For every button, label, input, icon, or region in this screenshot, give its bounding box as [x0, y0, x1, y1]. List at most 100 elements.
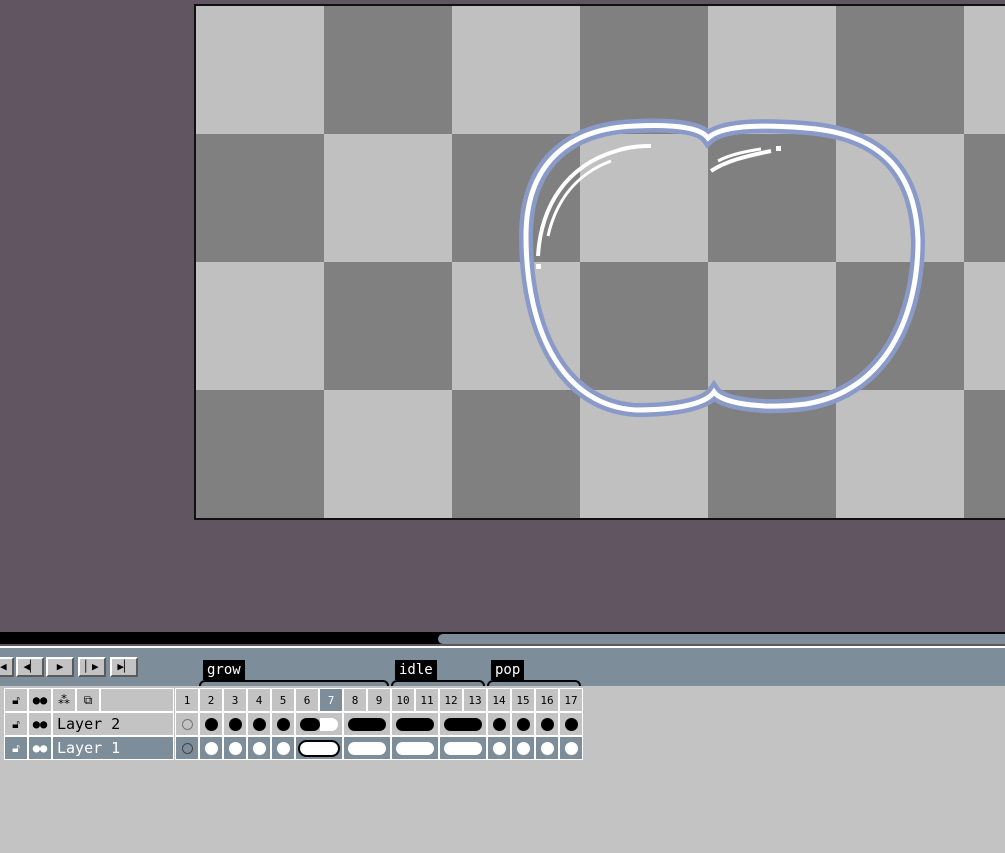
cel[interactable]	[511, 712, 535, 736]
cel-dot	[396, 741, 434, 755]
first-frame-button[interactable]: ▏◀	[0, 657, 14, 677]
layer-header-spacer	[100, 688, 174, 712]
frame-header[interactable]: 3	[223, 688, 247, 712]
tag-bracket-idle	[391, 680, 485, 686]
tag-grow[interactable]: grow	[203, 660, 245, 680]
cel-dot	[228, 717, 242, 731]
cel[interactable]	[271, 736, 295, 760]
cel-dot	[540, 717, 554, 731]
layer-visibility-toggle[interactable]: ●●	[28, 712, 52, 736]
layer-name[interactable]: Layer 1	[52, 736, 174, 760]
frame-header[interactable]: 17	[559, 688, 583, 712]
layer-name[interactable]: Layer 2	[52, 712, 174, 736]
cel-linked[interactable]	[391, 736, 439, 760]
continuous-icon: ⧉	[83, 692, 93, 707]
cel-dot	[228, 741, 242, 755]
lock-icon: 🔓︎	[12, 740, 20, 755]
cel[interactable]	[271, 712, 295, 736]
cel-dot	[564, 717, 578, 731]
cel[interactable]	[199, 736, 223, 760]
frame-header[interactable]: 13	[463, 688, 487, 712]
cel-linked-current[interactable]	[295, 736, 343, 760]
visibility-all-button[interactable]: ●●	[28, 688, 52, 712]
cel[interactable]	[247, 712, 271, 736]
layer-lock-toggle[interactable]: 🔓︎	[4, 736, 28, 760]
cel[interactable]	[535, 736, 559, 760]
cel[interactable]	[223, 712, 247, 736]
cel-linked[interactable]	[439, 736, 487, 760]
empty-cel-icon	[181, 742, 193, 754]
cel-dot	[444, 717, 482, 731]
first-frame-icon: ▏◀	[0, 660, 7, 673]
cel[interactable]	[559, 736, 583, 760]
lock-all-button[interactable]: 🔓︎	[4, 688, 28, 712]
cel[interactable]	[487, 712, 511, 736]
cel-linked[interactable]	[295, 712, 343, 736]
cel-linked[interactable]	[439, 712, 487, 736]
cel-dot	[516, 741, 530, 755]
cel-dot	[320, 717, 338, 731]
bubble-sprite	[518, 118, 926, 418]
next-frame-button[interactable]: ▏▶	[78, 657, 106, 677]
cel-dot	[204, 717, 218, 731]
cel[interactable]	[247, 736, 271, 760]
cel-dot	[348, 741, 386, 755]
cel[interactable]	[223, 736, 247, 760]
cel-empty[interactable]	[175, 736, 199, 760]
frame-header[interactable]: 14	[487, 688, 511, 712]
cel-dot	[204, 741, 218, 755]
cel-dot	[300, 717, 320, 731]
cel-linked[interactable]	[343, 712, 391, 736]
cel-dot	[492, 717, 506, 731]
frame-header[interactable]: 1	[175, 688, 199, 712]
tag-pop[interactable]: pop	[491, 660, 525, 680]
layer-visibility-toggle[interactable]: ●●	[28, 736, 52, 760]
frame-header[interactable]: 12	[439, 688, 463, 712]
empty-cel-icon	[181, 718, 193, 730]
layer-lock-toggle[interactable]: 🔓︎	[4, 712, 28, 736]
continuous-button[interactable]: ⧉	[76, 688, 100, 712]
visibility-icon: ●●	[32, 693, 48, 707]
frame-header[interactable]: 11	[415, 688, 439, 712]
cel[interactable]	[559, 712, 583, 736]
frame-header[interactable]: 5	[271, 688, 295, 712]
prev-frame-icon: ◀▏	[23, 660, 37, 673]
cel[interactable]	[535, 712, 559, 736]
cel[interactable]	[487, 736, 511, 760]
cel-empty[interactable]	[175, 712, 199, 736]
cel-dot	[298, 739, 340, 757]
cel-dot	[276, 741, 290, 755]
cel-dot	[540, 741, 554, 755]
frame-header[interactable]: 16	[535, 688, 559, 712]
prev-frame-button[interactable]: ◀▏	[16, 657, 44, 677]
last-frame-button[interactable]: ▶▏	[110, 657, 138, 677]
link-icon: ⁂	[58, 693, 70, 707]
cel-dot	[444, 741, 482, 755]
sprite-canvas[interactable]	[194, 4, 1005, 520]
cel-dot	[252, 741, 266, 755]
cel-dot	[564, 741, 578, 755]
frame-header[interactable]: 2	[199, 688, 223, 712]
cel[interactable]	[511, 736, 535, 760]
cel-linked[interactable]	[391, 712, 439, 736]
link-cels-button[interactable]: ⁂	[52, 688, 76, 712]
frame-header-current[interactable]: 7	[319, 688, 343, 712]
cel-dot	[276, 717, 290, 731]
lock-icon: 🔓︎	[12, 716, 20, 731]
next-frame-icon: ▏▶	[85, 660, 99, 673]
scrollbar-thumb[interactable]	[438, 634, 1005, 644]
frame-header[interactable]: 9	[367, 688, 391, 712]
visibility-icon: ●●	[32, 717, 48, 731]
tag-idle[interactable]: idle	[395, 660, 437, 680]
last-frame-icon: ▶▏	[117, 660, 131, 673]
lock-icon: 🔓︎	[12, 692, 20, 707]
tag-bracket-pop	[487, 680, 581, 686]
frame-header[interactable]: 10	[391, 688, 415, 712]
frame-header[interactable]: 8	[343, 688, 367, 712]
play-button[interactable]: ▶	[46, 657, 74, 677]
frame-header[interactable]: 6	[295, 688, 319, 712]
cel[interactable]	[199, 712, 223, 736]
frame-header[interactable]: 15	[511, 688, 535, 712]
cel-linked[interactable]	[343, 736, 391, 760]
frame-header[interactable]: 4	[247, 688, 271, 712]
